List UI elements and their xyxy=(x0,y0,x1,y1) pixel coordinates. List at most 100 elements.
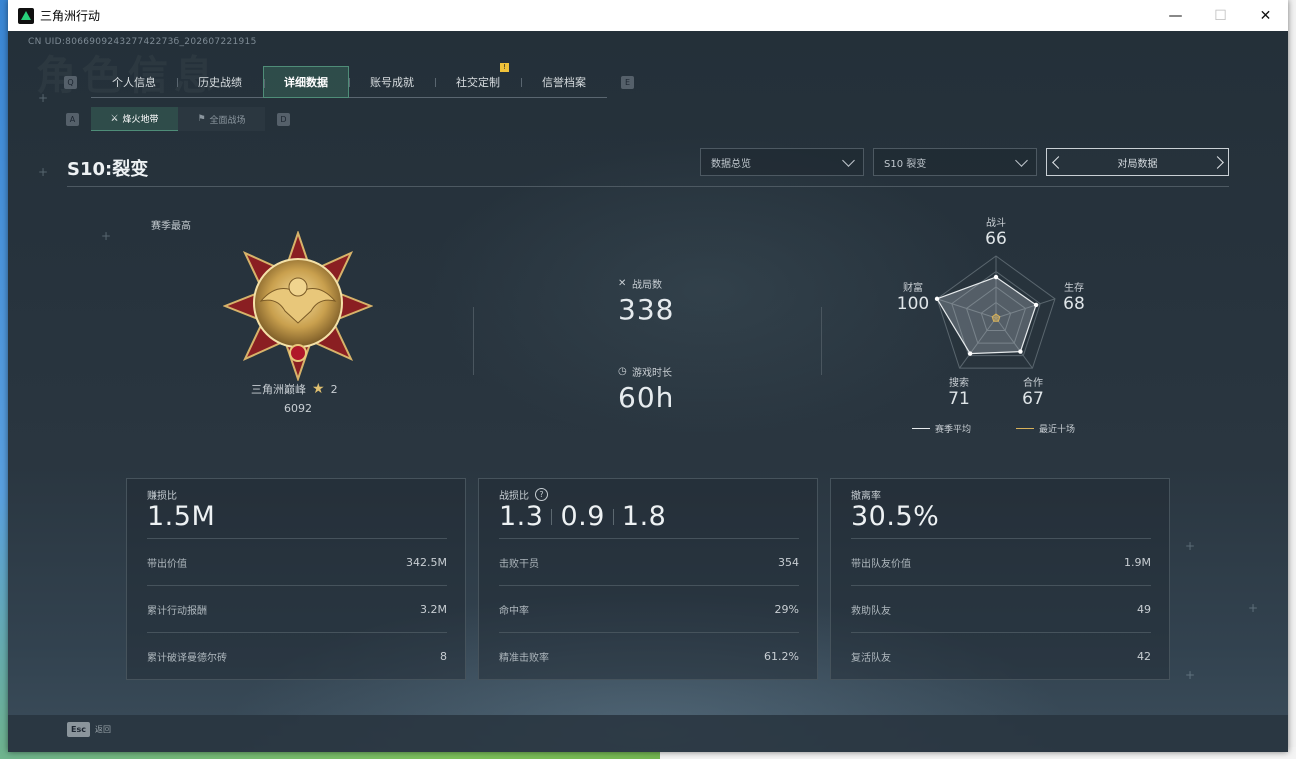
radar-axis-wealth: 财富 100 xyxy=(883,279,943,314)
help-icon[interactable]: ? xyxy=(535,488,548,501)
next-mode-key-hint: D xyxy=(277,112,290,126)
decor-plus: + xyxy=(1185,668,1196,682)
stat-label: 游戏时长 xyxy=(632,368,672,379)
battlefield-icon: ⚑ xyxy=(197,114,206,124)
vertical-divider xyxy=(473,307,474,375)
close-button[interactable]: ✕ xyxy=(1243,0,1288,31)
card-value: 1.3 0.9 1.8 xyxy=(499,501,666,532)
radar-point xyxy=(1018,349,1023,354)
notification-badge: ! xyxy=(500,62,509,72)
rank-medal-icon xyxy=(223,231,373,381)
card-label: 撤离率 xyxy=(851,487,881,502)
legend-swatch xyxy=(1016,427,1034,430)
card-label-text: 战损比 xyxy=(499,491,529,502)
radar-axis-cooperation: 合作 67 xyxy=(1003,374,1063,409)
tab-label: 个人信息 xyxy=(112,75,156,89)
radar-axis-search: 搜索 71 xyxy=(929,374,989,409)
minimize-button[interactable]: — xyxy=(1153,0,1198,31)
maximize-button[interactable]: ☐ xyxy=(1198,0,1243,31)
row-label: 精准击败率 xyxy=(499,652,549,664)
row-value: 42 xyxy=(1137,649,1151,663)
crossed-swords-icon: ✕ xyxy=(618,277,627,289)
mode-tab-bar: A ⚔ 烽火地带 ⚑ 全面战场 D xyxy=(66,107,302,131)
chevron-left-icon xyxy=(1051,155,1065,169)
chevron-down-icon xyxy=(842,153,855,167)
radar-axis-name: 战斗 xyxy=(986,218,1006,229)
season-select[interactable]: S10 裂变 xyxy=(873,148,1037,176)
rank-name: 三角洲巅峰 ★ 2 xyxy=(251,381,338,397)
prev-tab-key-hint: Q xyxy=(64,75,77,89)
card-row: 带出队友价值 1.9M xyxy=(851,538,1151,585)
tab-label: 账号成就 xyxy=(370,75,414,89)
radar-axis-name: 搜索 xyxy=(949,378,969,389)
card-row: 累计行动报酬 3.2M xyxy=(147,585,447,632)
star-icon: ★ xyxy=(312,381,325,397)
stat-value: 60h xyxy=(618,381,675,414)
row-label: 命中率 xyxy=(499,605,529,617)
data-pager: 对局数据 xyxy=(1046,148,1229,176)
card-row: 带出价值 342.5M xyxy=(147,538,447,585)
card-row: 精准击败率 61.2% xyxy=(499,632,799,679)
card-row: 救助队友 49 xyxy=(851,585,1151,632)
row-value: 8 xyxy=(440,649,447,663)
legend-label: 最近十场 xyxy=(1039,425,1076,435)
tab-hazard-zone[interactable]: ⚔ 烽火地带 xyxy=(91,107,178,131)
tab-label: 全面战场 xyxy=(209,115,246,126)
card-value: 1.5M xyxy=(147,501,215,532)
radar-axis-value: 68 xyxy=(1063,294,1085,314)
prev-page-button[interactable] xyxy=(1047,149,1069,175)
tab-match-history[interactable]: 历史战绩 xyxy=(177,66,263,98)
radar-axis-value: 66 xyxy=(985,229,1007,249)
season-best-label: 赛季最高 xyxy=(151,221,191,232)
rank-stars: 2 xyxy=(330,382,338,396)
tab-label: 详细数据 xyxy=(284,75,328,89)
row-value: 61.2% xyxy=(764,649,799,663)
outpost-icon: ⚔ xyxy=(110,113,119,124)
row-value: 29% xyxy=(774,602,799,616)
main-tab-bar: Q 个人信息 历史战绩 详细数据 账号成就 社交定制! 信誉档案 E xyxy=(64,62,634,98)
row-label: 累计行动报酬 xyxy=(147,605,207,617)
season-title: S10:裂变 xyxy=(67,159,149,180)
legend-recent-ten: 最近十场 xyxy=(1016,422,1075,435)
card-row: 击败干员 354 xyxy=(499,538,799,585)
stat-playtime: ◷ 游戏时长 60h xyxy=(618,364,674,414)
rank-score: 6092 xyxy=(284,402,312,415)
back-label: 返回 xyxy=(94,725,111,734)
row-label: 击败干员 xyxy=(499,558,539,570)
value-separator xyxy=(551,508,553,525)
view-select[interactable]: 数据总览 xyxy=(700,148,864,176)
legend-label: 赛季平均 xyxy=(935,425,972,435)
card-label-text: 赚损比 xyxy=(147,491,177,502)
card-value-text: 30.5% xyxy=(851,501,940,532)
row-label: 复活队友 xyxy=(851,652,891,664)
decor-plus: + xyxy=(1185,539,1196,553)
game-window: 三角洲行动 — ☐ ✕ 角色信息 CN UID:8066909243277422… xyxy=(8,0,1288,752)
rank-name-text: 三角洲巅峰 xyxy=(251,383,306,396)
radar-point xyxy=(1033,302,1039,308)
decor-plus: + xyxy=(1248,601,1259,615)
row-label: 带出价值 xyxy=(147,558,187,570)
tab-full-battlefield[interactable]: ⚑ 全面战场 xyxy=(178,107,265,131)
back-button[interactable]: Esc 返回 xyxy=(67,722,111,737)
decor-plus: + xyxy=(38,91,49,105)
section-divider xyxy=(67,186,1229,187)
prev-mode-key-hint: A xyxy=(66,112,79,126)
radar-axis-combat: 战斗 66 xyxy=(966,214,1026,249)
tab-achievements[interactable]: 账号成就 xyxy=(349,66,435,98)
card-row: 累计破译曼德尔砖 8 xyxy=(147,632,447,679)
tab-reputation[interactable]: 信誉档案 xyxy=(521,66,607,98)
app-logo-icon xyxy=(18,7,34,24)
tab-personal-info[interactable]: 个人信息 xyxy=(91,66,177,98)
row-label: 累计破译曼德尔砖 xyxy=(147,652,227,664)
next-page-button[interactable] xyxy=(1206,149,1228,175)
row-value: 49 xyxy=(1137,602,1151,616)
pager-label: 对局数据 xyxy=(1117,158,1158,170)
radar-axis-name: 合作 xyxy=(1023,378,1043,389)
uid-label: CN UID:806690924327742273б_202607221915 xyxy=(28,37,257,47)
card-value-text: 1.8 xyxy=(621,501,667,532)
tab-detailed-data[interactable]: 详细数据 xyxy=(263,65,349,98)
tab-social-customize[interactable]: 社交定制! xyxy=(435,62,521,98)
chevron-down-icon xyxy=(1015,153,1028,167)
row-value: 342.5M xyxy=(406,555,447,569)
card-kd-ratio: 战损比? 1.3 0.9 1.8 击败干员 354 命中率 29% 精准击败率 61.… xyxy=(478,478,818,680)
